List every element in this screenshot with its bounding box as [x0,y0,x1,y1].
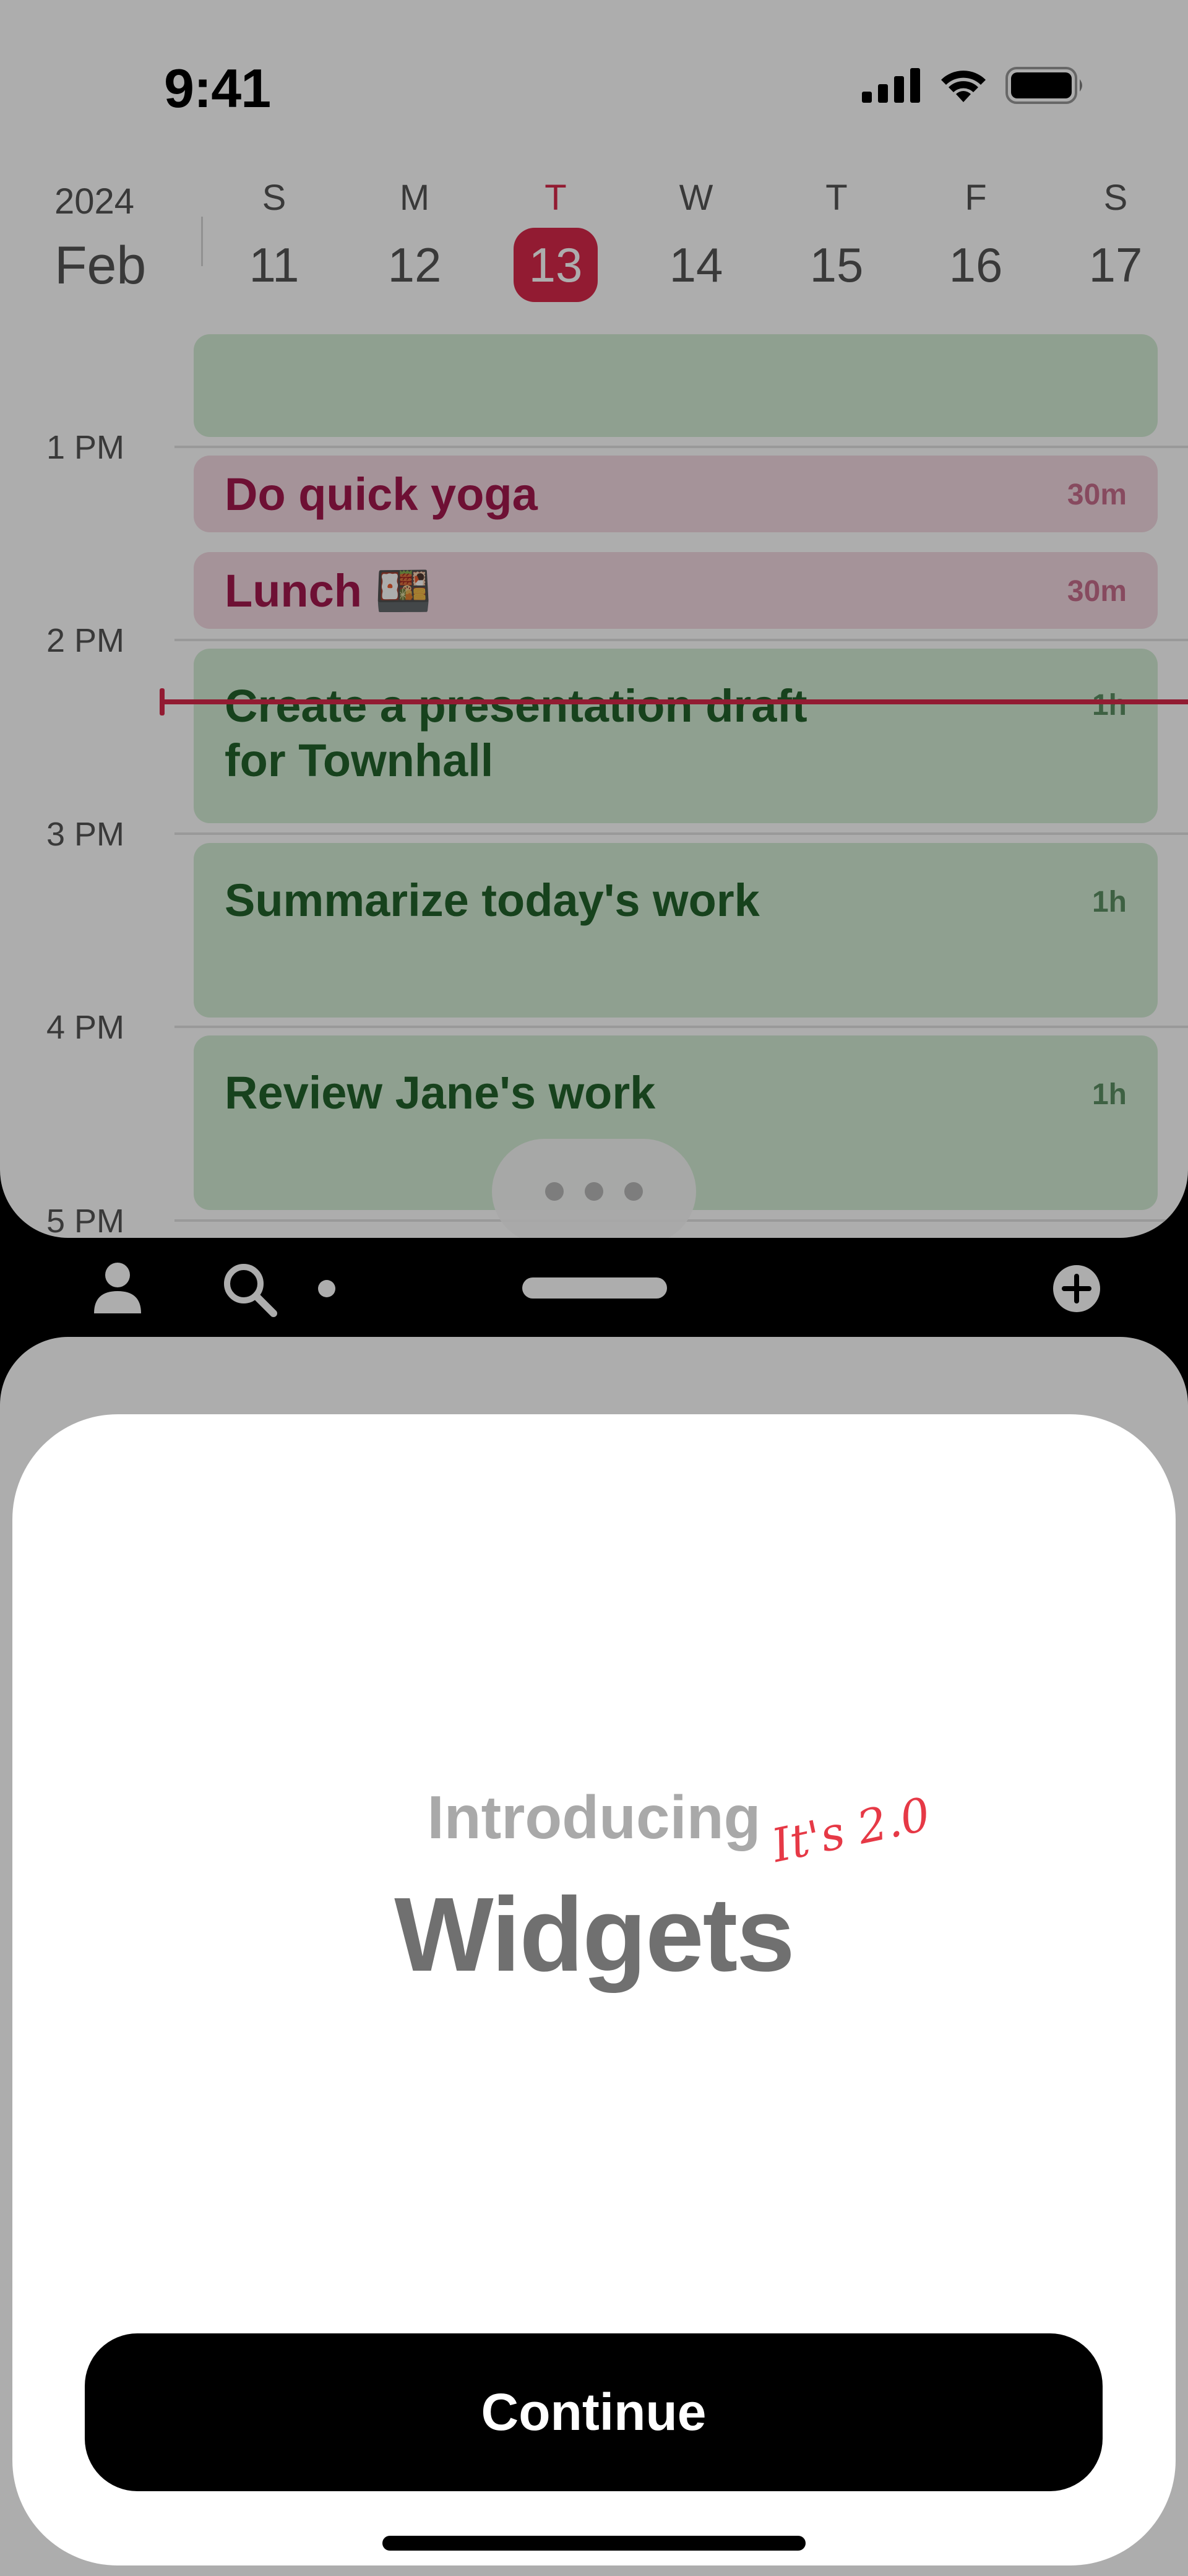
intro-text: Introducing [427,1783,761,1851]
feature-title: Widgets [394,1876,795,1994]
continue-button[interactable]: Continue [85,2333,1103,2491]
home-indicator[interactable] [382,2536,806,2551]
